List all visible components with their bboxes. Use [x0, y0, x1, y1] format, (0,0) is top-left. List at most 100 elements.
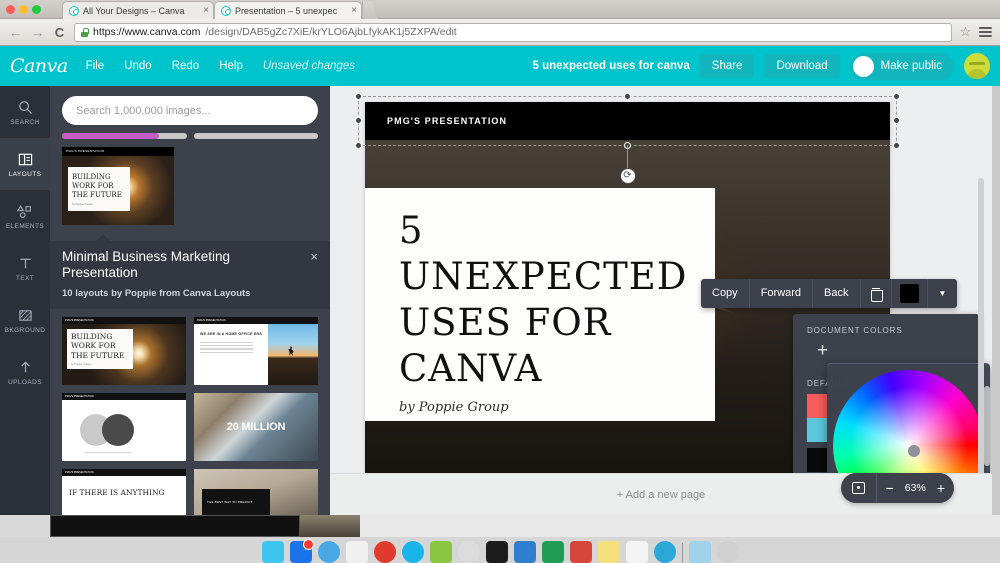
browser-tab-1-close-icon[interactable]: ×	[203, 5, 209, 16]
canva-logo[interactable]: Canva	[10, 55, 68, 77]
sidebar-label-background: BKGROUND	[4, 326, 46, 334]
desktop-right-strip	[360, 515, 1000, 537]
dock-icon-stickies[interactable]	[597, 541, 620, 563]
layout-thumb-5[interactable]: PMG'S PRESENTATION IF THERE IS ANYTHING	[62, 469, 186, 515]
layout-meta-subtitle: 10 layouts by Poppie from Canva Layouts	[62, 288, 251, 299]
layout-thumb-3[interactable]: PMG'S PRESENTATION	[62, 393, 186, 461]
layout-thumb-2[interactable]: PMG'S PRESENTATION WE ARE IN A HOME OFFI…	[194, 317, 318, 385]
trash-icon[interactable]	[861, 279, 892, 308]
document-title[interactable]: 5 unexpected uses for canva	[533, 60, 690, 72]
sidebar-item-background[interactable]: BKGROUND	[0, 294, 50, 346]
zoom-window-button[interactable]	[32, 5, 41, 14]
dock-icon-finder[interactable]	[261, 541, 284, 563]
resize-handle-bottom-right[interactable]	[893, 142, 900, 149]
resize-handle-top-center[interactable]	[623, 93, 631, 100]
background-window[interactable]	[50, 515, 300, 537]
dock-icon-messages[interactable]	[401, 541, 424, 563]
thumb-header-text: PMG'S PRESENTATION	[66, 149, 105, 153]
copy-button[interactable]: Copy	[701, 279, 750, 308]
sidebar-item-layouts[interactable]: LAYOUTS	[0, 138, 50, 190]
toggle-knob[interactable]	[852, 55, 874, 77]
forward-button[interactable]: Forward	[750, 279, 814, 308]
present-icon[interactable]	[841, 473, 877, 503]
resize-handle-bottom-left[interactable]	[355, 142, 362, 149]
swatch-black[interactable]	[807, 448, 829, 472]
user-avatar[interactable]	[964, 53, 990, 79]
text-icon	[18, 255, 33, 272]
back-button[interactable]: Back	[813, 279, 861, 308]
sidebar-label-text: TEXT	[15, 274, 35, 282]
progress-bar-secondary	[193, 133, 318, 139]
layout-thumb-1[interactable]: PMG'S PRESENTATION BUILDING WORK FOR THE…	[62, 317, 186, 385]
thumb-header-bar: PMG'S PRESENTATION	[62, 393, 186, 400]
close-icon[interactable]: ×	[310, 249, 318, 264]
menu-item-undo[interactable]: Undo	[124, 60, 152, 72]
dock-icon-skype[interactable]	[653, 541, 676, 563]
dock-icon-downloads[interactable]	[688, 541, 711, 563]
dock-icon-excel[interactable]	[541, 541, 564, 563]
color-wheel-cursor[interactable]	[908, 445, 920, 457]
minimize-window-button[interactable]	[19, 5, 28, 14]
menu-item-redo[interactable]: Redo	[172, 60, 200, 72]
search-icon	[18, 99, 33, 116]
selected-layout-thumbnail[interactable]: PMG'S PRESENTATION BUILDING WORK FOR THE…	[62, 147, 174, 225]
menu-item-help[interactable]: Help	[219, 60, 243, 72]
back-icon[interactable]: ←	[8, 24, 23, 40]
dock-icon-word[interactable]	[513, 541, 536, 563]
sidebar-item-text[interactable]: TEXT	[0, 242, 50, 294]
bookmark-star-icon[interactable]: ☆	[959, 24, 972, 40]
swatch-red[interactable]	[807, 394, 829, 418]
zoom-in-button[interactable]: +	[928, 473, 954, 503]
dock-icon-trash[interactable]	[716, 541, 739, 563]
thumb-text-card: BUILDING WORK FOR THE FUTURE by Poppie, …	[68, 167, 130, 211]
add-color-button[interactable]: +	[817, 341, 965, 360]
resize-handle-middle-right[interactable]	[893, 117, 900, 124]
dock-icon-itunes[interactable]	[457, 541, 480, 563]
browser-tab-2-close-icon[interactable]: ×	[351, 5, 357, 16]
browser-tab-1[interactable]: All Your Designs – Canva ×	[62, 1, 214, 19]
reload-icon[interactable]: C	[52, 25, 67, 40]
address-bar[interactable]: https://www.canva.com/design/DAB5gZc7XiE…	[74, 22, 952, 42]
thumb-header-text: PMG'S PRESENTATION	[197, 319, 226, 322]
layout-thumb-4[interactable]: 20 MILLION	[194, 393, 318, 461]
selection-box[interactable]: ⟳	[355, 93, 900, 184]
thumb-header-bar: PMG'S PRESENTATION	[194, 317, 318, 324]
close-window-button[interactable]	[6, 5, 15, 14]
canvas-area[interactable]: 1 5 UNEXPECTED USES FOR CANVA by Poppie …	[330, 86, 992, 515]
color-swatch-button[interactable]	[892, 279, 928, 308]
sidebar-item-uploads[interactable]: UPLOADS	[0, 346, 50, 398]
sidebar-item-search[interactable]: SEARCH	[0, 86, 50, 138]
menu-item-file[interactable]: File	[86, 60, 105, 72]
share-button[interactable]: Share	[699, 54, 755, 78]
dock-icon-opera[interactable]	[373, 541, 396, 563]
dock-icon-mail[interactable]	[289, 539, 314, 563]
resize-handle-top-left[interactable]	[355, 93, 362, 100]
sidebar-item-elements[interactable]: ELEMENTS	[0, 190, 50, 242]
resize-handle-middle-left[interactable]	[355, 117, 362, 124]
chevron-down-icon[interactable]: ▼	[928, 279, 958, 308]
browser-menu-icon[interactable]	[979, 25, 992, 39]
rotate-handle-icon[interactable]: ⟳	[619, 168, 636, 184]
layout-thumb-6[interactable]: THE BEST WAY TO PREDICT	[194, 469, 318, 515]
dock-icon-pages[interactable]	[625, 541, 648, 563]
slide-text-panel: 5 UNEXPECTED USES FOR CANVA by Poppie Gr…	[365, 188, 715, 421]
dock-icon-finder-alt[interactable]	[429, 541, 452, 563]
make-public-toggle[interactable]: Make public	[849, 52, 954, 80]
canva-top-bar: Canva File Undo Redo Help Unsaved change…	[0, 46, 1000, 86]
search-input[interactable]	[62, 96, 318, 125]
forward-icon[interactable]: →	[30, 24, 45, 40]
dock-icon-notes[interactable]	[345, 541, 368, 563]
browser-tab-2[interactable]: Presentation – 5 unexpec ×	[214, 1, 362, 19]
background-window-2[interactable]	[300, 515, 360, 537]
canvas-scrollbar-thumb[interactable]	[984, 386, 990, 466]
dock-icon-terminal[interactable]	[485, 541, 508, 563]
dock-icon-powerpoint[interactable]	[569, 541, 592, 563]
download-button[interactable]: Download	[764, 54, 840, 78]
resize-handle-top-right[interactable]	[893, 93, 900, 100]
dock-icon-safari[interactable]	[317, 541, 340, 563]
layouts-panel: PMG'S PRESENTATION BUILDING WORK FOR THE…	[50, 86, 330, 515]
zoom-out-button[interactable]: −	[877, 473, 903, 503]
add-new-page-button[interactable]: + Add a new page	[617, 489, 705, 501]
swatch-cyan[interactable]	[807, 418, 829, 442]
window-traffic-lights[interactable]	[6, 5, 41, 14]
